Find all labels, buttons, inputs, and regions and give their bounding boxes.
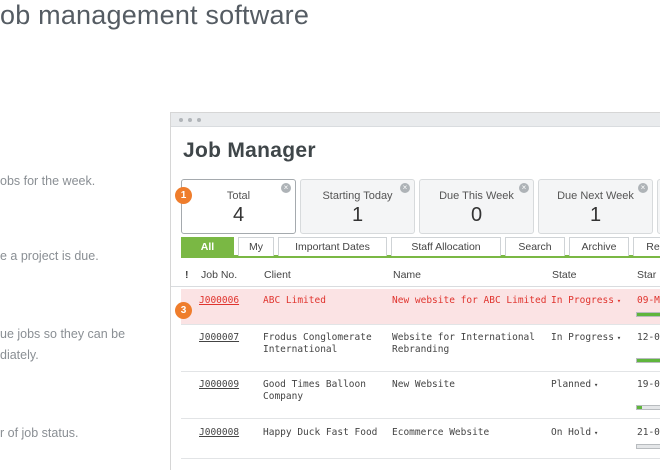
window-dot-icon [197, 118, 201, 122]
app-title: Job Manager [183, 139, 316, 162]
stat-card-due-next-week[interactable]: × Due Next Week 1 [538, 179, 653, 234]
job-start-date: 12-0 [637, 332, 660, 343]
table-row[interactable]: J000006 ABC Limited New website for ABC … [181, 289, 660, 325]
tab-reports[interactable]: Re [633, 237, 660, 256]
table-row[interactable]: J000008 Happy Duck Fast Food Ecommerce W… [181, 419, 660, 459]
callout-marker-1: 1 [175, 187, 192, 204]
job-name: New Website [392, 379, 455, 390]
tab-archive[interactable]: Archive [569, 237, 629, 256]
side-text-weekly-jobs: obs for the week. [0, 174, 96, 188]
job-name: New website for ABC Limited [392, 295, 547, 306]
window-titlebar [171, 113, 660, 127]
window-dot-icon [188, 118, 192, 122]
chevron-down-icon: ▾ [594, 429, 599, 437]
job-progress-bar [636, 312, 660, 317]
job-client: ABC Limited [263, 295, 326, 306]
callout-marker-3: 3 [175, 302, 192, 319]
job-client: Happy Duck Fast Food [263, 427, 378, 438]
job-state-dropdown[interactable]: In Progress ▾ [551, 332, 621, 344]
stat-card-due-this-week[interactable]: × Due This Week 0 [419, 179, 534, 234]
job-name: Website for International [392, 332, 535, 343]
job-name-line2: Rebranding [392, 344, 450, 355]
stat-label: Due This Week [439, 190, 514, 202]
col-job-no[interactable]: Job No. [201, 269, 237, 281]
col-client[interactable]: Client [264, 269, 291, 281]
tab-search[interactable]: Search [505, 237, 565, 256]
stat-label: Starting Today [322, 190, 393, 202]
col-start[interactable]: Star [637, 269, 656, 281]
stat-value: 4 [232, 204, 245, 226]
job-state-label: In Progress [551, 332, 614, 343]
job-progress-bar [636, 444, 660, 449]
job-progress-fill [637, 406, 642, 409]
page-heading: ob management software [0, 0, 310, 30]
job-client: Frodus Conglomerate [263, 332, 372, 343]
job-progress-bar [636, 405, 660, 410]
job-manager-window: Job Manager × Total 4 × Starting Today 1… [170, 112, 660, 470]
stat-value: 0 [470, 204, 483, 226]
table-row[interactable]: J000007 Frodus Conglomerate Internationa… [181, 325, 660, 372]
col-name[interactable]: Name [393, 269, 421, 281]
job-number-link[interactable]: J000008 [199, 427, 239, 439]
job-progress-fill [637, 359, 660, 362]
chevron-down-icon: ▾ [616, 297, 622, 305]
job-progress-bar [636, 358, 660, 363]
window-dot-icon [179, 118, 183, 122]
job-number-link[interactable]: J000006 [199, 295, 239, 307]
job-state-label: Planned [551, 379, 592, 390]
job-start-date: 09-M [637, 295, 660, 306]
tab-staff-allocation[interactable]: Staff Allocation [391, 237, 501, 256]
job-state-dropdown[interactable]: Planned ▾ [551, 379, 598, 391]
col-flag[interactable]: ! [185, 269, 189, 281]
side-text-project-due: e a project is due. [0, 249, 99, 263]
chevron-down-icon: ▾ [616, 334, 622, 342]
side-text-immediately: diately. [0, 348, 39, 362]
stat-card-total[interactable]: × Total 4 [181, 179, 296, 234]
job-client-line2: Company [263, 391, 304, 402]
job-start-date: 19-0 [637, 379, 660, 390]
table-row[interactable]: J000009 Good Times Balloon Company New W… [181, 372, 660, 419]
job-state-dropdown[interactable]: On Hold ▾ [551, 427, 598, 439]
job-progress-fill [637, 313, 660, 316]
job-state-label: In Progress [551, 295, 614, 306]
job-number-link[interactable]: J000007 [199, 332, 239, 344]
stat-label: Due Next Week [557, 190, 634, 202]
stat-label: Total [226, 190, 251, 202]
table-header: ! Job No. Client Name State Star [171, 263, 660, 287]
job-client-line2: International [263, 344, 338, 355]
job-start-date: 21-0 [637, 427, 660, 438]
side-text-overdue-jobs: ue jobs so they can be [0, 327, 126, 341]
stat-value: 1 [351, 204, 364, 226]
chevron-down-icon: ▾ [594, 381, 599, 389]
stat-card-starting-today[interactable]: × Starting Today 1 [300, 179, 415, 234]
tab-all[interactable]: All [181, 237, 234, 256]
stat-value: 1 [589, 204, 602, 226]
col-state[interactable]: State [552, 269, 577, 281]
tab-important-dates[interactable]: Important Dates [278, 237, 387, 256]
job-name: Ecommerce Website [392, 427, 490, 438]
tab-my[interactable]: My [238, 237, 274, 256]
job-number-link[interactable]: J000009 [199, 379, 239, 391]
side-text-job-status: r of job status. [0, 426, 79, 440]
tab-bar: All My Important Dates Staff Allocation … [181, 237, 660, 258]
job-state-label: On Hold [551, 427, 592, 438]
job-client: Good Times Balloon [263, 379, 366, 390]
job-state-dropdown[interactable]: In Progress ▾ [551, 295, 621, 307]
